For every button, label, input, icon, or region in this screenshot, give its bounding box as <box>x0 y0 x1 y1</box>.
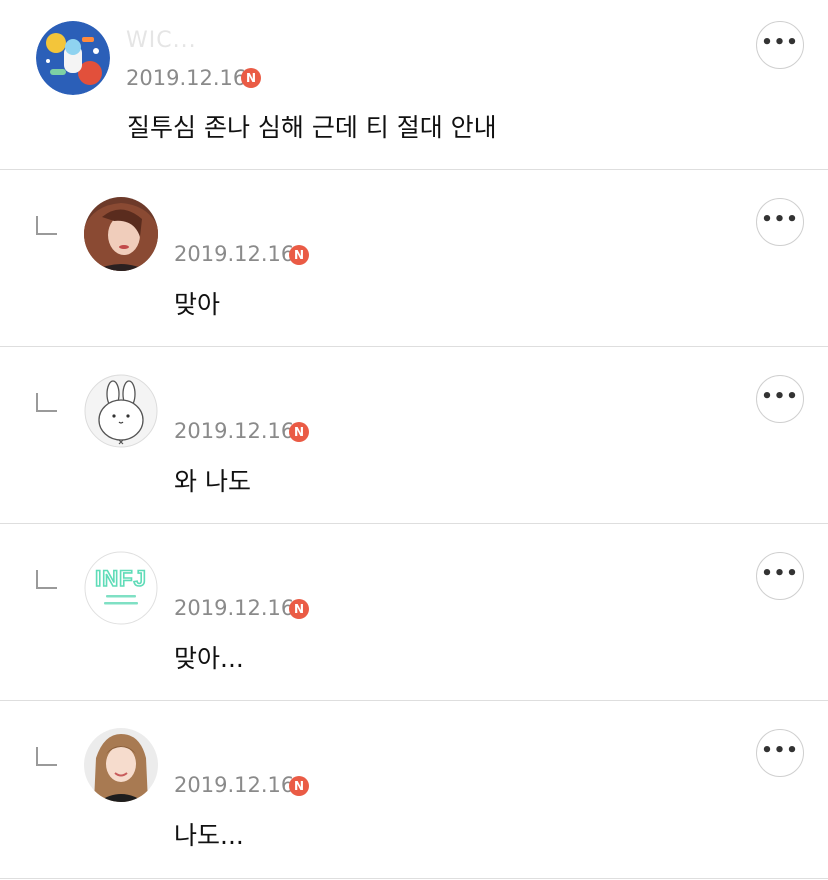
avatar[interactable] <box>84 374 158 448</box>
more-options-button[interactable]: ••• <box>756 198 804 246</box>
reply-arrow-icon <box>36 216 57 235</box>
bunny-drawing-icon <box>84 374 158 448</box>
comment-date: 2019.12.16 <box>174 773 295 797</box>
new-badge: N <box>289 776 309 796</box>
new-badge: N <box>289 245 309 265</box>
comment-date: 2019.12.16 <box>174 242 295 266</box>
comment-text: 질투심 존나 심해 근데 티 절대 안내 <box>127 113 497 142</box>
infj-logo-icon: INFJ <box>84 551 158 625</box>
comment-item: WIC... 2019.12.16 N 질투심 존나 심해 근데 티 절대 안내… <box>0 0 828 170</box>
more-options-button[interactable]: ••• <box>756 375 804 423</box>
reply-arrow-icon <box>36 747 57 766</box>
comment-date: 2019.12.16 <box>126 66 247 90</box>
reply-item: INFJ 2019.12.16 N 맞아... ••• <box>0 524 828 701</box>
more-options-button[interactable]: ••• <box>756 729 804 777</box>
avatar[interactable] <box>84 728 158 802</box>
reply-item: 2019.12.16 N 와 나도 ••• <box>0 347 828 524</box>
reply-arrow-icon <box>36 393 57 412</box>
reply-item: 2019.12.16 N 나도... ••• <box>0 701 828 879</box>
comment-text: 나도... <box>174 821 244 850</box>
username[interactable]: WIC... <box>126 28 197 53</box>
avatar[interactable] <box>84 197 158 271</box>
reply-item: 2019.12.16 N 맞아 ••• <box>0 170 828 347</box>
avatar-text: INFJ <box>95 566 147 591</box>
comment-date: 2019.12.16 <box>174 596 295 620</box>
portrait-photo-icon <box>84 728 158 802</box>
reply-arrow-icon <box>36 570 57 589</box>
new-badge: N <box>289 599 309 619</box>
avatar[interactable]: INFJ <box>84 551 158 625</box>
more-options-button[interactable]: ••• <box>756 552 804 600</box>
comment-date: 2019.12.16 <box>174 419 295 443</box>
more-options-button[interactable]: ••• <box>756 21 804 69</box>
portrait-photo-icon <box>84 197 158 271</box>
astronaut-illustration-icon <box>36 21 110 95</box>
comment-text: 와 나도 <box>174 467 251 496</box>
comment-text: 맞아... <box>174 644 244 673</box>
new-badge: N <box>289 422 309 442</box>
avatar[interactable] <box>36 21 110 95</box>
new-badge: N <box>241 68 261 88</box>
comment-text: 맞아 <box>174 290 221 319</box>
